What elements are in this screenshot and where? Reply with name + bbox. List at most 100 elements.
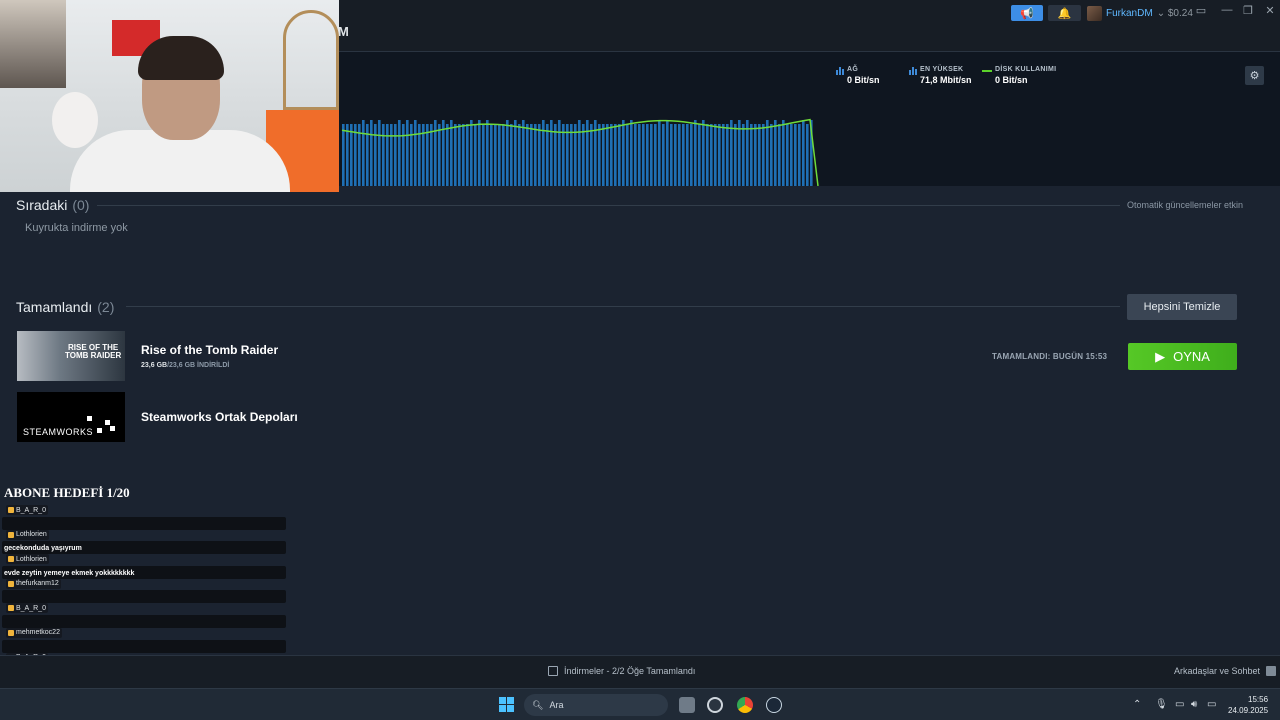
- graph-bar: [578, 120, 581, 186]
- graph-bar: [574, 124, 577, 186]
- graph-bar: [762, 124, 765, 186]
- notifications-button[interactable]: 🔔: [1048, 5, 1081, 21]
- announcements-button[interactable]: 📢: [1011, 5, 1043, 21]
- chat-user: Lothlorien: [6, 554, 49, 565]
- graph-bar: [610, 124, 613, 186]
- graph-bar: [570, 124, 573, 186]
- chat-message: thefurkanm12: [2, 578, 286, 604]
- chat-user: thefurkanm12: [6, 578, 61, 589]
- chat-user: B_A_R_0: [6, 505, 48, 515]
- volume-icon[interactable]: 🔊︎: [1191, 699, 1197, 710]
- graph-bar: [626, 124, 629, 186]
- graph-bar: [458, 124, 461, 186]
- graph-bar: [670, 124, 673, 186]
- game-thumbnail[interactable]: STEAMWORKS: [17, 392, 125, 442]
- graph-bar: [682, 124, 685, 186]
- completed-item[interactable]: RISE OF THE TOMB RAIDER Rise of the Tomb …: [17, 331, 278, 381]
- graph-bar: [354, 124, 357, 186]
- graph-bar: [746, 120, 749, 186]
- auto-updates-status[interactable]: Otomatik güncellemeler etkin: [1127, 200, 1243, 210]
- clock-date: 24.09.2025: [1228, 706, 1269, 715]
- graph-bar: [618, 124, 621, 186]
- download-icon: [548, 666, 558, 676]
- chrome-icon[interactable]: [737, 697, 753, 713]
- graph-bar: [546, 124, 549, 186]
- task-view-icon[interactable]: [679, 697, 695, 713]
- download-size: 23,6 GB/23,6 GB İNDİRİLDİ: [141, 362, 230, 369]
- big-picture-icon[interactable]: ▭: [1193, 4, 1209, 17]
- completed-time: TAMAMLANDI: BUGÜN 15:53: [992, 352, 1108, 361]
- graph-bar: [798, 124, 801, 186]
- graph-bar: [706, 124, 709, 186]
- game-name[interactable]: Rise of the Tomb Raider: [141, 343, 278, 357]
- play-button[interactable]: ▶ OYNA: [1128, 343, 1237, 370]
- graph-bar: [502, 124, 505, 186]
- avatar: [1087, 5, 1102, 21]
- chat-text: gecekonduda yaşıyrum: [4, 545, 82, 553]
- graph-bar: [686, 124, 689, 186]
- graph-bar: [778, 124, 781, 186]
- graph-bar: [474, 124, 477, 186]
- completed-item[interactable]: STEAMWORKS Steamworks Ortak Depoları: [17, 392, 298, 442]
- chat-user: Lothlorien: [6, 529, 49, 540]
- graph-bar: [602, 124, 605, 186]
- graph-bar: [382, 124, 385, 186]
- graph-bar: [486, 120, 489, 186]
- graph-bar: [430, 124, 433, 186]
- friends-chat-button[interactable]: Arkadaşlar ve Sohbet: [1174, 666, 1277, 676]
- chair: [283, 10, 339, 110]
- graph-bar: [470, 120, 473, 186]
- queue-header: Sıradaki (0): [16, 197, 89, 213]
- graph-bar: [410, 124, 413, 186]
- graph-bar: [794, 124, 797, 186]
- username: FurkanDM: [1106, 7, 1153, 19]
- game-name[interactable]: Steamworks Ortak Depoları: [141, 410, 298, 424]
- graph-bar: [414, 120, 417, 186]
- graph-bar: [650, 124, 653, 186]
- minimize-icon[interactable]: —: [1219, 4, 1235, 16]
- graph-bar: [466, 124, 469, 186]
- microphone-icon[interactable]: 🎙︎: [1155, 699, 1168, 710]
- queue-count: (0): [72, 197, 90, 213]
- downloads-label: İndirmeler - 2/2 Öğe Tamamlandı: [564, 666, 696, 676]
- graph-bar: [726, 124, 729, 186]
- graph-bar: [530, 124, 533, 186]
- graph-bar: [606, 124, 609, 186]
- start-button[interactable]: [499, 697, 514, 712]
- graph-bar: [398, 120, 401, 186]
- graph-bar: [438, 124, 441, 186]
- graph-bar: [710, 124, 713, 186]
- clear-all-button[interactable]: Hepsini Temizle: [1127, 294, 1237, 320]
- chat-text: evde zeytin yemeye ekmek yokkkkkkkk: [4, 569, 135, 577]
- graph-bar: [646, 124, 649, 186]
- queue-title: Sıradaki: [16, 197, 68, 213]
- subscriber-goal: ABONE HEDEFİ 1/20: [4, 485, 130, 500]
- graph-bar: [482, 124, 485, 186]
- graph-bar: [806, 124, 809, 186]
- downloads-status[interactable]: İndirmeler - 2/2 Öğe Tamamlandı: [548, 666, 695, 676]
- search-icon: 🔍︎: [532, 699, 544, 710]
- graph-bar: [342, 124, 345, 186]
- system-clock[interactable]: 15:56 24.09.2025: [1228, 694, 1268, 716]
- graph-bar: [518, 124, 521, 186]
- graph-bar: [754, 124, 757, 186]
- graph-bar: [494, 124, 497, 186]
- taskbar-search[interactable]: 🔍︎ Ara: [524, 694, 668, 716]
- graph-bar: [406, 120, 409, 186]
- chevron-up-icon[interactable]: ⌃: [1133, 699, 1141, 710]
- graph-bar: [662, 124, 665, 186]
- battery-icon[interactable]: ▭: [1207, 699, 1216, 710]
- game-thumbnail[interactable]: RISE OF THE TOMB RAIDER: [17, 331, 125, 381]
- maximize-icon[interactable]: ❐: [1240, 4, 1256, 17]
- graph-bar: [390, 124, 393, 186]
- chat-strip: [2, 590, 286, 604]
- user-menu[interactable]: FurkanDM ⌄ $0.24: [1087, 4, 1193, 22]
- close-icon[interactable]: ✕: [1262, 4, 1278, 17]
- network-icon[interactable]: ▭: [1175, 699, 1184, 710]
- graph-bar: [598, 124, 601, 186]
- copilot-icon[interactable]: [707, 697, 723, 713]
- badge-icon: [8, 605, 14, 612]
- queue-empty-text: Kuyrukta indirme yok: [25, 222, 128, 234]
- graph-bar: [690, 124, 693, 186]
- steam-icon[interactable]: [766, 697, 782, 713]
